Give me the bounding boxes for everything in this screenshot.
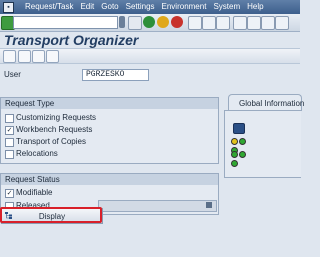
calendar-icon[interactable] xyxy=(206,202,212,208)
exit-icon[interactable] xyxy=(157,16,169,28)
modifiable-label: Modifiable xyxy=(16,188,53,197)
transport-copies-checkbox[interactable] xyxy=(5,138,14,147)
transport-copies-label: Transport of Copies xyxy=(16,137,86,146)
menu-items: Request/Task Edit Goto Settings Environm… xyxy=(25,0,271,14)
find-next-icon[interactable] xyxy=(216,16,230,30)
display-button[interactable]: Display xyxy=(1,208,103,224)
workbench-label: Workbench Requests xyxy=(16,125,93,134)
search-icon[interactable] xyxy=(32,50,45,63)
relocations-checkbox[interactable] xyxy=(5,150,14,159)
request-status-title: Request Status xyxy=(5,175,60,184)
application-toolbar xyxy=(0,48,300,64)
create-icon[interactable] xyxy=(3,50,16,63)
back-icon[interactable] xyxy=(143,16,155,28)
released-date-field[interactable] xyxy=(98,200,217,212)
sap-menu-icon[interactable]: ▪ xyxy=(3,2,14,13)
print-icon[interactable] xyxy=(188,16,202,30)
save-icon[interactable] xyxy=(128,16,142,30)
modifiable-checkbox[interactable]: ✓ xyxy=(5,189,14,198)
prev-page-icon[interactable] xyxy=(247,16,261,30)
user-label: User xyxy=(4,70,21,79)
traffic-light-icon-2 xyxy=(231,151,251,167)
display-object-icon[interactable] xyxy=(18,50,31,63)
settings-icon[interactable] xyxy=(46,50,59,63)
customizing-checkbox[interactable] xyxy=(5,114,14,123)
request-type-group: Request Type Customizing Requests ✓ Work… xyxy=(0,97,219,164)
menu-goto[interactable]: Goto xyxy=(101,0,118,14)
cancel-icon[interactable] xyxy=(171,16,183,28)
global-information-panel xyxy=(224,110,301,178)
menu-environment[interactable]: Environment xyxy=(162,0,207,14)
menu-help[interactable]: Help xyxy=(247,0,263,14)
menu-system[interactable]: System xyxy=(213,0,240,14)
menu-request-task[interactable]: Request/Task xyxy=(25,0,73,14)
customizing-label: Customizing Requests xyxy=(16,113,97,122)
request-type-title: Request Type xyxy=(5,99,55,108)
next-page-icon[interactable] xyxy=(261,16,275,30)
relocations-label: Relocations xyxy=(16,149,58,158)
first-page-icon[interactable] xyxy=(233,16,247,30)
workbench-checkbox[interactable]: ✓ xyxy=(5,126,14,135)
menu-bar: ▪ Request/Task Edit Goto Settings Enviro… xyxy=(0,0,300,14)
find-icon[interactable] xyxy=(202,16,216,30)
info-icon[interactable] xyxy=(233,123,245,134)
last-page-icon[interactable] xyxy=(275,16,289,30)
tab-global-information-label: Global Information xyxy=(239,99,305,108)
page-title: Transport Organizer xyxy=(4,32,139,48)
traffic-light-icon xyxy=(231,138,251,154)
standard-toolbar xyxy=(0,14,300,32)
request-status-header: Request Status xyxy=(1,174,218,185)
command-field[interactable] xyxy=(13,16,118,29)
menu-edit[interactable]: Edit xyxy=(80,0,94,14)
command-dropdown-icon[interactable] xyxy=(119,16,125,28)
menu-settings[interactable]: Settings xyxy=(126,0,155,14)
user-field[interactable]: PGRZESKO xyxy=(82,69,149,81)
display-button-label: Display xyxy=(38,212,66,221)
request-type-header: Request Type xyxy=(1,98,218,109)
tab-global-information[interactable]: Global Information xyxy=(228,94,305,111)
